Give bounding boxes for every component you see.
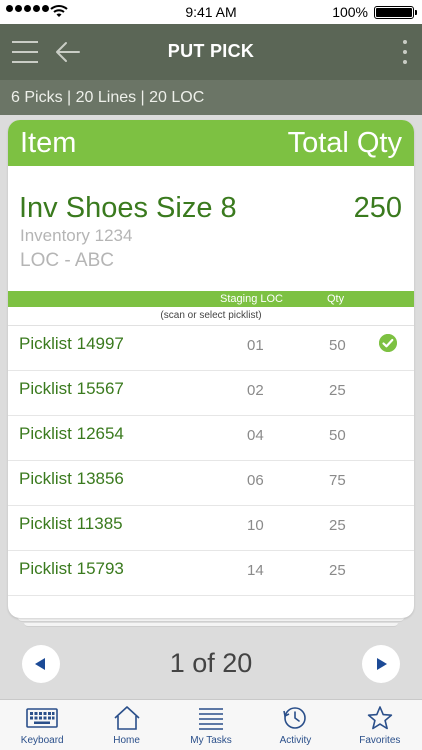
header-total-qty-label: Total Qty — [287, 126, 402, 159]
next-page-button[interactable] — [362, 645, 400, 683]
summary-bar: 6 Picks | 20 Lines | 20 LOC — [0, 80, 422, 115]
dot-icon — [403, 60, 407, 64]
star-icon — [367, 706, 393, 730]
card-header: Item Total Qty — [8, 120, 414, 166]
item-details: Inv Shoes Size 8 250 Inventory 1234 LOC … — [8, 166, 414, 291]
picklist-name: Picklist 11385 — [19, 514, 123, 533]
col-qty: Qty — [327, 293, 345, 305]
picklist-loc: 06 — [247, 472, 264, 489]
picklist-qty: 50 — [329, 337, 346, 354]
picklist-loc: 14 — [247, 562, 264, 579]
picklist-row[interactable]: Picklist 15793 14 25 — [8, 551, 414, 596]
item-name: Inv Shoes Size 8 — [19, 192, 237, 224]
col-staging-loc: Staging LOC — [220, 293, 283, 305]
tab-label: Favorites — [359, 735, 401, 746]
header-item-label: Item — [20, 126, 77, 159]
picklist-loc: 02 — [247, 382, 264, 399]
picklist-row[interactable]: Picklist 15567 02 25 — [8, 371, 414, 416]
screen: 9:41 AM 100% PUT PICK 6 Picks | 20 Lines… — [0, 0, 422, 750]
scan-hint: (scan or select picklist) — [8, 307, 414, 326]
more-options-button[interactable] — [402, 40, 408, 64]
keyboard-icon — [26, 708, 59, 728]
picklist-qty: 25 — [329, 517, 346, 534]
picklist-loc: 01 — [247, 337, 264, 354]
item-card: Item Total Qty Inv Shoes Size 8 250 Inve… — [8, 120, 414, 618]
picklist-qty: 25 — [329, 562, 346, 579]
picklist-loc: 04 — [247, 427, 264, 444]
item-total-qty: 250 — [353, 192, 402, 224]
tab-home[interactable]: Home — [84, 700, 168, 750]
tab-activity[interactable]: Activity — [253, 700, 337, 750]
page-indicator: 1 of 20 — [169, 648, 253, 678]
tab-keyboard[interactable]: Keyboard — [0, 700, 84, 750]
picklist-name: Picklist 15567 — [19, 379, 124, 398]
status-bar: 9:41 AM 100% — [0, 0, 422, 24]
picklist-loc: 10 — [247, 517, 264, 534]
picklist-name: Picklist 14997 — [19, 334, 124, 353]
item-inventory: Inventory 1234 — [20, 226, 133, 245]
picklist-qty: 75 — [329, 472, 346, 489]
card-stack-edge — [18, 618, 404, 622]
battery-percent: 100% — [332, 4, 368, 20]
dot-icon — [403, 50, 407, 54]
page-title: PUT PICK — [167, 41, 255, 61]
picklist-row[interactable]: Picklist 14997 01 50 — [8, 326, 414, 371]
tab-label: Keyboard — [20, 735, 64, 746]
picklist-qty: 25 — [329, 382, 346, 399]
pager: 1 of 20 — [0, 636, 422, 696]
tasks-icon — [199, 708, 224, 730]
tab-bar: Keyboard Home My Tasks Activity Favorite… — [0, 699, 422, 750]
dot-icon — [403, 40, 407, 44]
picklist-header: Staging LOC Qty — [8, 291, 414, 307]
picklist-row[interactable]: Picklist 12654 04 50 — [8, 416, 414, 461]
activity-icon — [283, 707, 307, 729]
tab-label: Home — [113, 735, 140, 746]
battery-icon — [374, 6, 417, 19]
item-loc: LOC - ABC — [20, 250, 114, 271]
picklist-qty: 50 — [329, 427, 346, 444]
triangle-right-icon — [377, 658, 387, 670]
tab-label: Activity — [279, 735, 312, 746]
home-icon — [114, 706, 140, 730]
card-stack-edge — [24, 623, 398, 627]
picklist-name: Picklist 15793 — [19, 559, 124, 578]
picklist-name: Picklist 13856 — [19, 469, 124, 488]
tab-favorites[interactable]: Favorites — [338, 700, 422, 750]
tab-my-tasks[interactable]: My Tasks — [169, 700, 253, 750]
tab-label: My Tasks — [190, 735, 232, 746]
nav-bar: PUT PICK — [0, 24, 422, 80]
picklist-row[interactable]: Picklist 13856 06 75 — [8, 461, 414, 506]
picklist-row[interactable]: Picklist 11385 10 25 — [8, 506, 414, 551]
check-icon — [379, 334, 397, 352]
picklist-name: Picklist 12654 — [19, 424, 124, 443]
